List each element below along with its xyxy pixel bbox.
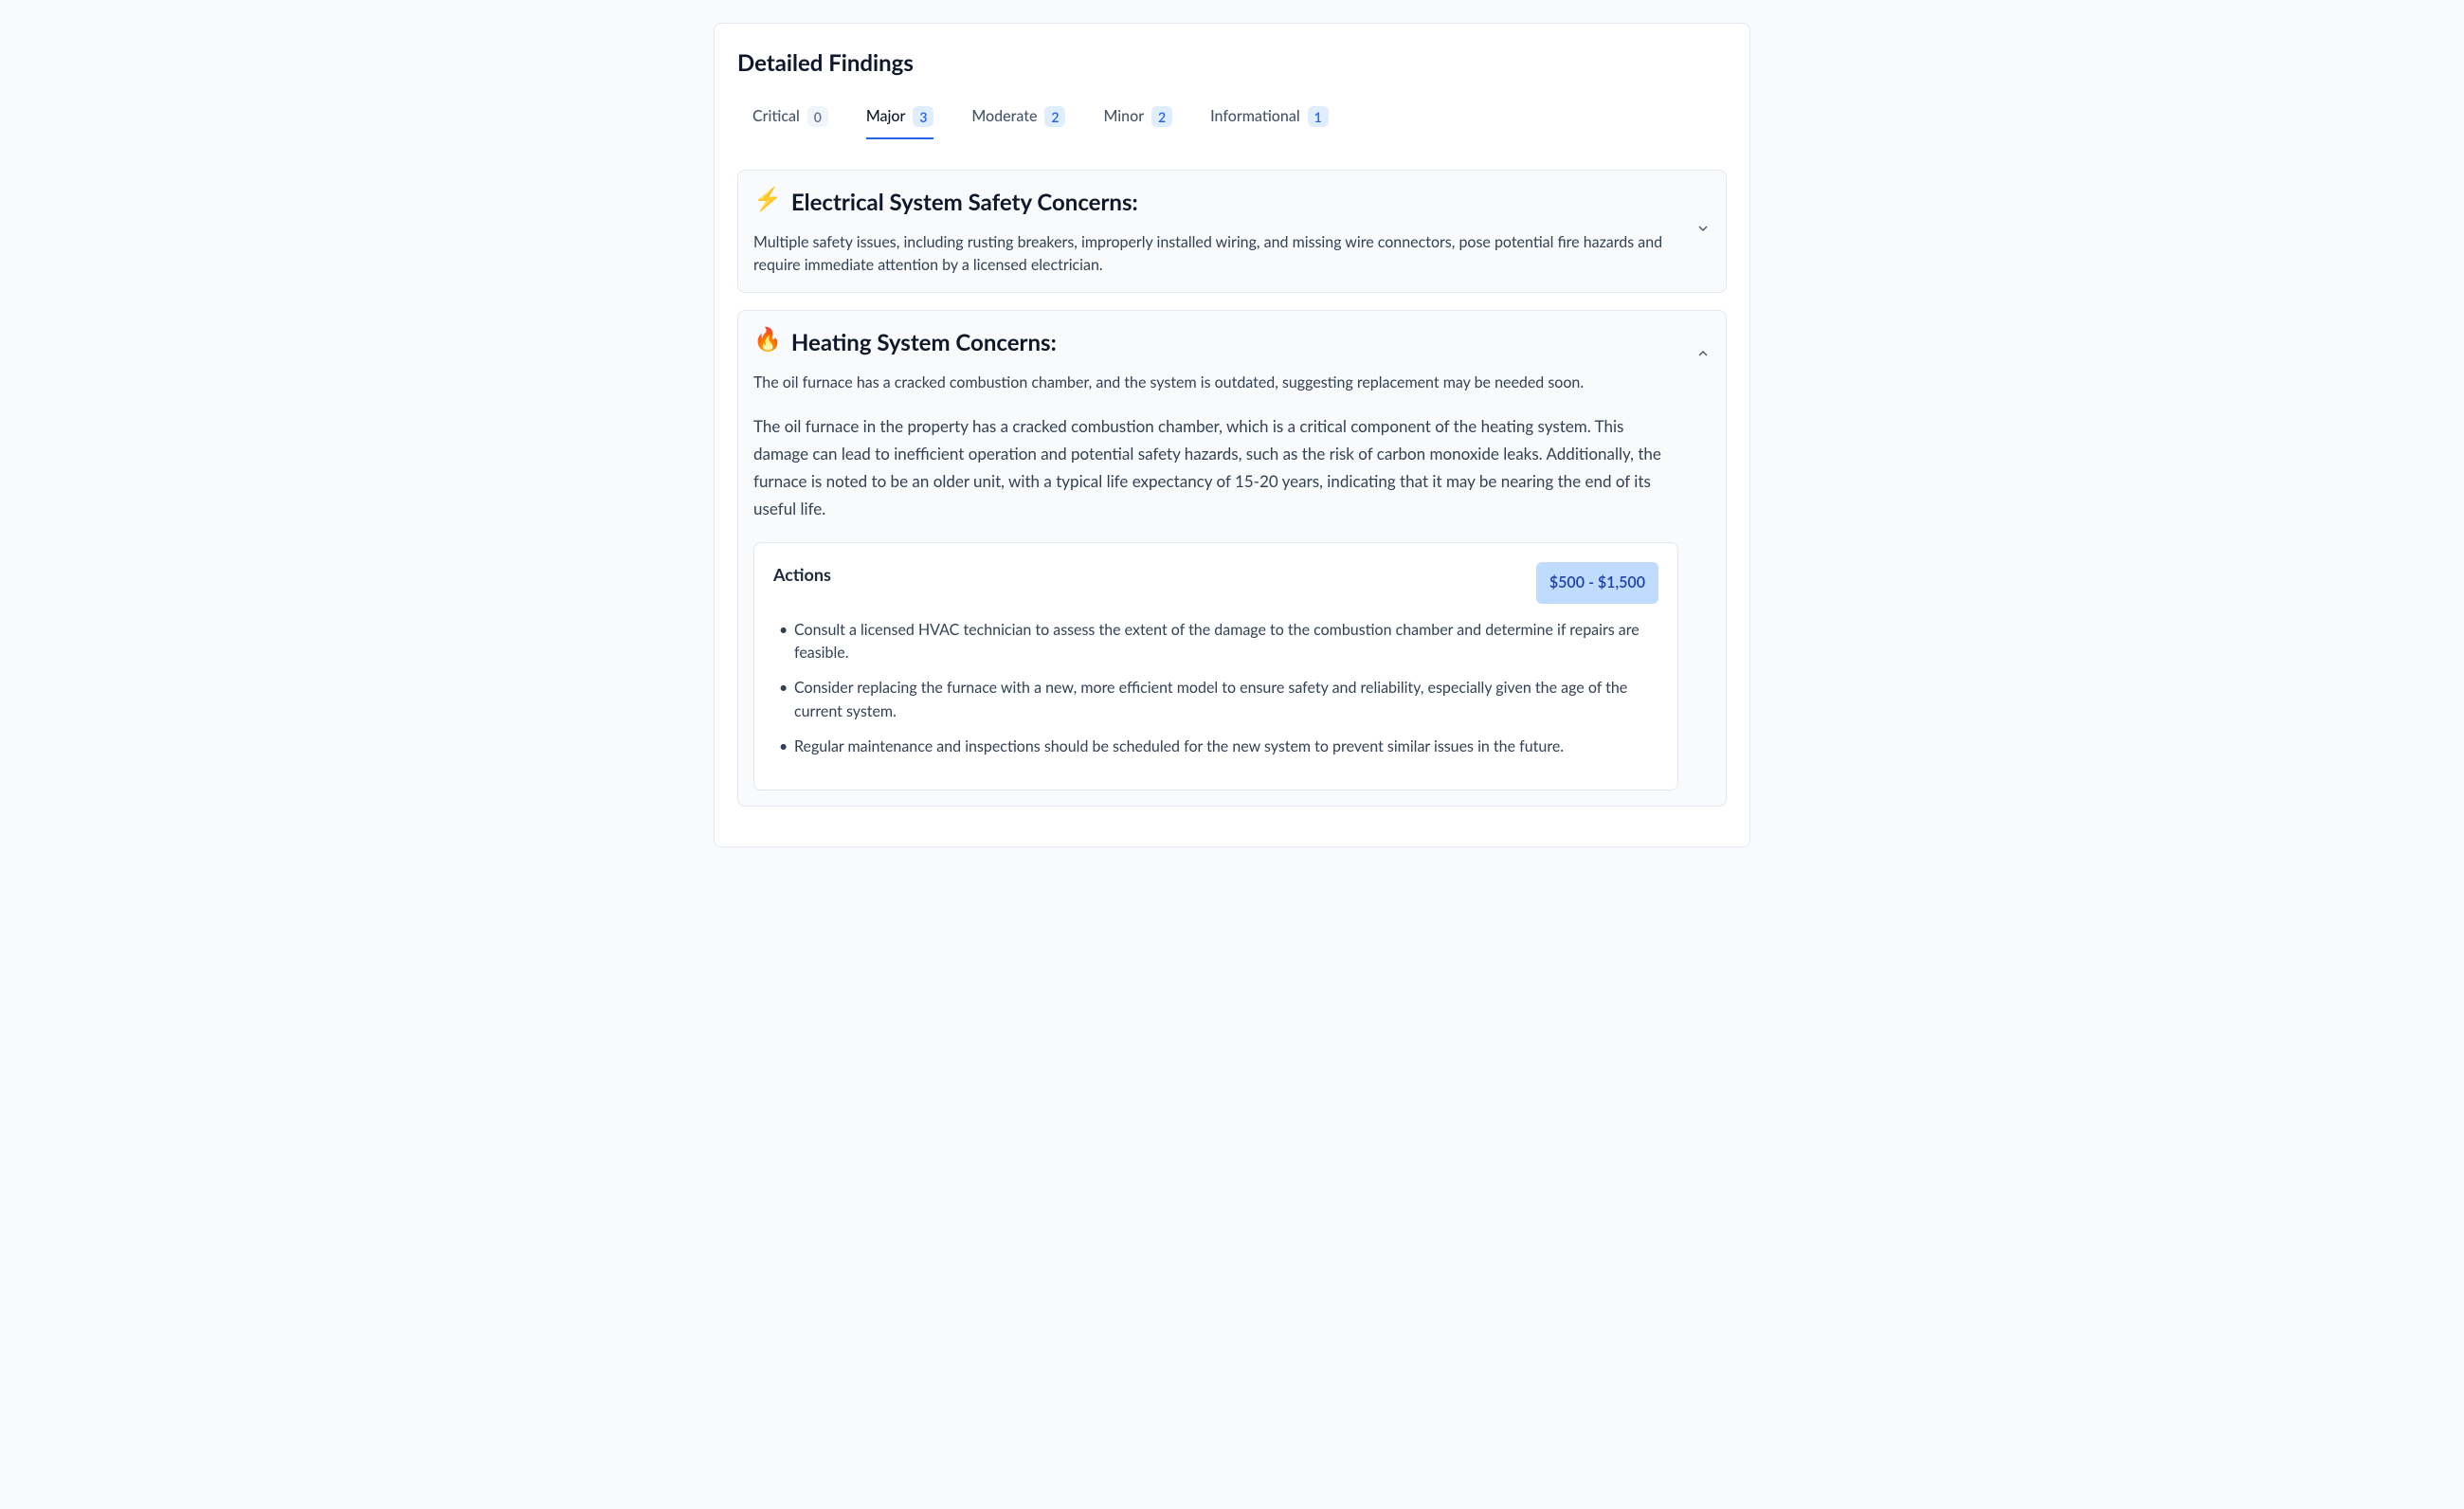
price-badge: $500 - $1,500 bbox=[1536, 562, 1658, 604]
chevron-up-icon[interactable] bbox=[1695, 345, 1711, 368]
actions-list: Consult a licensed HVAC technician to as… bbox=[773, 619, 1658, 759]
action-item: Consider replacing the furnace with a ne… bbox=[773, 677, 1658, 724]
tab-label: Minor bbox=[1103, 105, 1144, 128]
tab-count-badge: 1 bbox=[1308, 106, 1329, 127]
tab-count-badge: 3 bbox=[913, 106, 933, 127]
finding-electrical[interactable]: ⚡ Electrical System Safety Concerns: Mul… bbox=[737, 170, 1727, 293]
finding-title: Heating System Concerns: bbox=[791, 326, 1057, 360]
actions-title: Actions bbox=[773, 562, 831, 588]
finding-header: 🔥 Heating System Concerns: bbox=[753, 326, 1678, 360]
tab-count-badge: 2 bbox=[1151, 106, 1172, 127]
tab-count-badge: 2 bbox=[1044, 106, 1065, 127]
tab-count-badge: 0 bbox=[807, 106, 828, 127]
finding-summary: The oil furnace has a cracked combustion… bbox=[753, 372, 1678, 394]
tab-moderate[interactable]: Moderate 2 bbox=[971, 96, 1065, 139]
action-item: Regular maintenance and inspections shou… bbox=[773, 736, 1658, 759]
tab-label: Moderate bbox=[971, 105, 1037, 128]
findings-tabs: Critical 0 Major 3 Moderate 2 Minor 2 In… bbox=[737, 96, 1727, 139]
detailed-findings-card: Detailed Findings Critical 0 Major 3 Mod… bbox=[714, 23, 1750, 847]
chevron-down-icon[interactable] bbox=[1695, 220, 1711, 243]
tab-label: Major bbox=[866, 105, 906, 128]
tab-minor[interactable]: Minor 2 bbox=[1103, 96, 1172, 139]
tab-label: Informational bbox=[1210, 105, 1300, 128]
finding-title: Electrical System Safety Concerns: bbox=[791, 186, 1138, 220]
action-item: Consult a licensed HVAC technician to as… bbox=[773, 619, 1658, 666]
finding-header: ⚡ Electrical System Safety Concerns: bbox=[753, 186, 1678, 220]
tab-label: Critical bbox=[752, 105, 800, 128]
tab-major[interactable]: Major 3 bbox=[866, 96, 934, 139]
fire-icon: 🔥 bbox=[753, 326, 782, 354]
tab-informational[interactable]: Informational 1 bbox=[1210, 96, 1329, 139]
finding-heating[interactable]: 🔥 Heating System Concerns: The oil furna… bbox=[737, 310, 1727, 807]
finding-summary: Multiple safety issues, including rustin… bbox=[753, 231, 1678, 277]
section-title: Detailed Findings bbox=[737, 46, 1727, 81]
finding-detail: The oil furnace in the property has a cr… bbox=[753, 413, 1678, 523]
tab-critical[interactable]: Critical 0 bbox=[752, 96, 828, 139]
lightning-icon: ⚡ bbox=[753, 186, 782, 213]
actions-box: Actions $500 - $1,500 Consult a licensed… bbox=[753, 542, 1678, 791]
